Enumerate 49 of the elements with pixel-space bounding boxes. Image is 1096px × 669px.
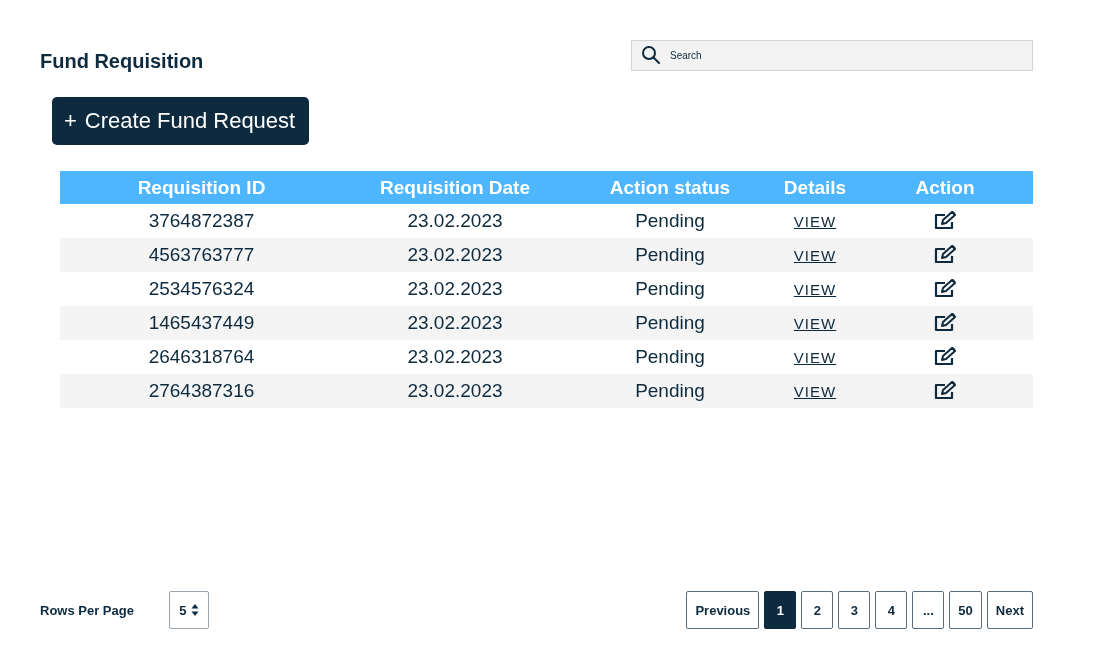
column-header: Action xyxy=(914,176,976,199)
next-button[interactable]: Next xyxy=(986,591,1033,629)
view-link[interactable]: VIEW xyxy=(793,212,837,230)
edit-icon[interactable] xyxy=(933,245,957,265)
table-cell-text: Pending xyxy=(634,278,706,300)
edit-icon[interactable] xyxy=(933,279,957,299)
table-cell-text: Pending xyxy=(634,244,706,266)
table-cell-text: 1465437449 xyxy=(147,312,256,334)
stepper-icon xyxy=(190,603,199,617)
table-cell-text: 23.02.2023 xyxy=(406,312,504,334)
page-title: Fund Requisition xyxy=(40,50,204,73)
create-fund-request-button[interactable]: + Create Fund Request xyxy=(52,97,310,145)
table-cell-text: 4563763777 xyxy=(147,244,256,266)
table-cell-text: 23.02.2023 xyxy=(406,210,504,232)
edit-icon[interactable] xyxy=(933,347,957,367)
page-button[interactable]: 1 xyxy=(764,591,797,629)
previous-button[interactable]: Previous xyxy=(686,591,760,629)
page-button[interactable]: 4 xyxy=(875,591,908,629)
edit-icon[interactable] xyxy=(933,381,957,401)
table-cell-text: 23.02.2023 xyxy=(406,244,504,266)
column-header: Requisition ID xyxy=(136,176,267,199)
table-cell-text: Pending xyxy=(634,346,706,368)
view-link[interactable]: VIEW xyxy=(793,348,837,366)
column-header: Action status xyxy=(608,176,732,199)
view-link[interactable]: VIEW xyxy=(793,246,837,264)
table-cell-text: Pending xyxy=(634,312,706,334)
search-field[interactable]: Search xyxy=(631,40,1033,71)
table-cell-text: 23.02.2023 xyxy=(406,346,504,368)
rows-per-page-label: Rows Per Page xyxy=(40,602,134,618)
page-button[interactable]: ... xyxy=(912,591,945,629)
edit-icon[interactable] xyxy=(933,211,957,231)
page-button[interactable]: 3 xyxy=(838,591,871,629)
rows-per-page-select[interactable]: 5 xyxy=(168,591,209,629)
table-cell-text: 23.02.2023 xyxy=(406,278,504,300)
view-link[interactable]: VIEW xyxy=(793,280,837,298)
page-button[interactable]: 50 xyxy=(949,591,982,629)
edit-icon[interactable] xyxy=(933,313,957,333)
table-cell-text: 2534576324 xyxy=(147,278,256,300)
page-button[interactable]: 2 xyxy=(801,591,834,629)
table-cell-text: 23.02.2023 xyxy=(406,380,504,402)
table-cell-text: Pending xyxy=(634,380,706,402)
table-cell-text: 2646318764 xyxy=(147,346,256,368)
table-cell-text: 3764872387 xyxy=(147,210,256,232)
column-header: Requisition Date xyxy=(379,176,531,199)
table-cell-text: Pending xyxy=(634,210,706,232)
view-link[interactable]: VIEW xyxy=(793,382,837,400)
column-header: Details xyxy=(782,176,848,199)
view-link[interactable]: VIEW xyxy=(793,314,837,332)
table-cell-text: 2764387316 xyxy=(147,380,256,402)
